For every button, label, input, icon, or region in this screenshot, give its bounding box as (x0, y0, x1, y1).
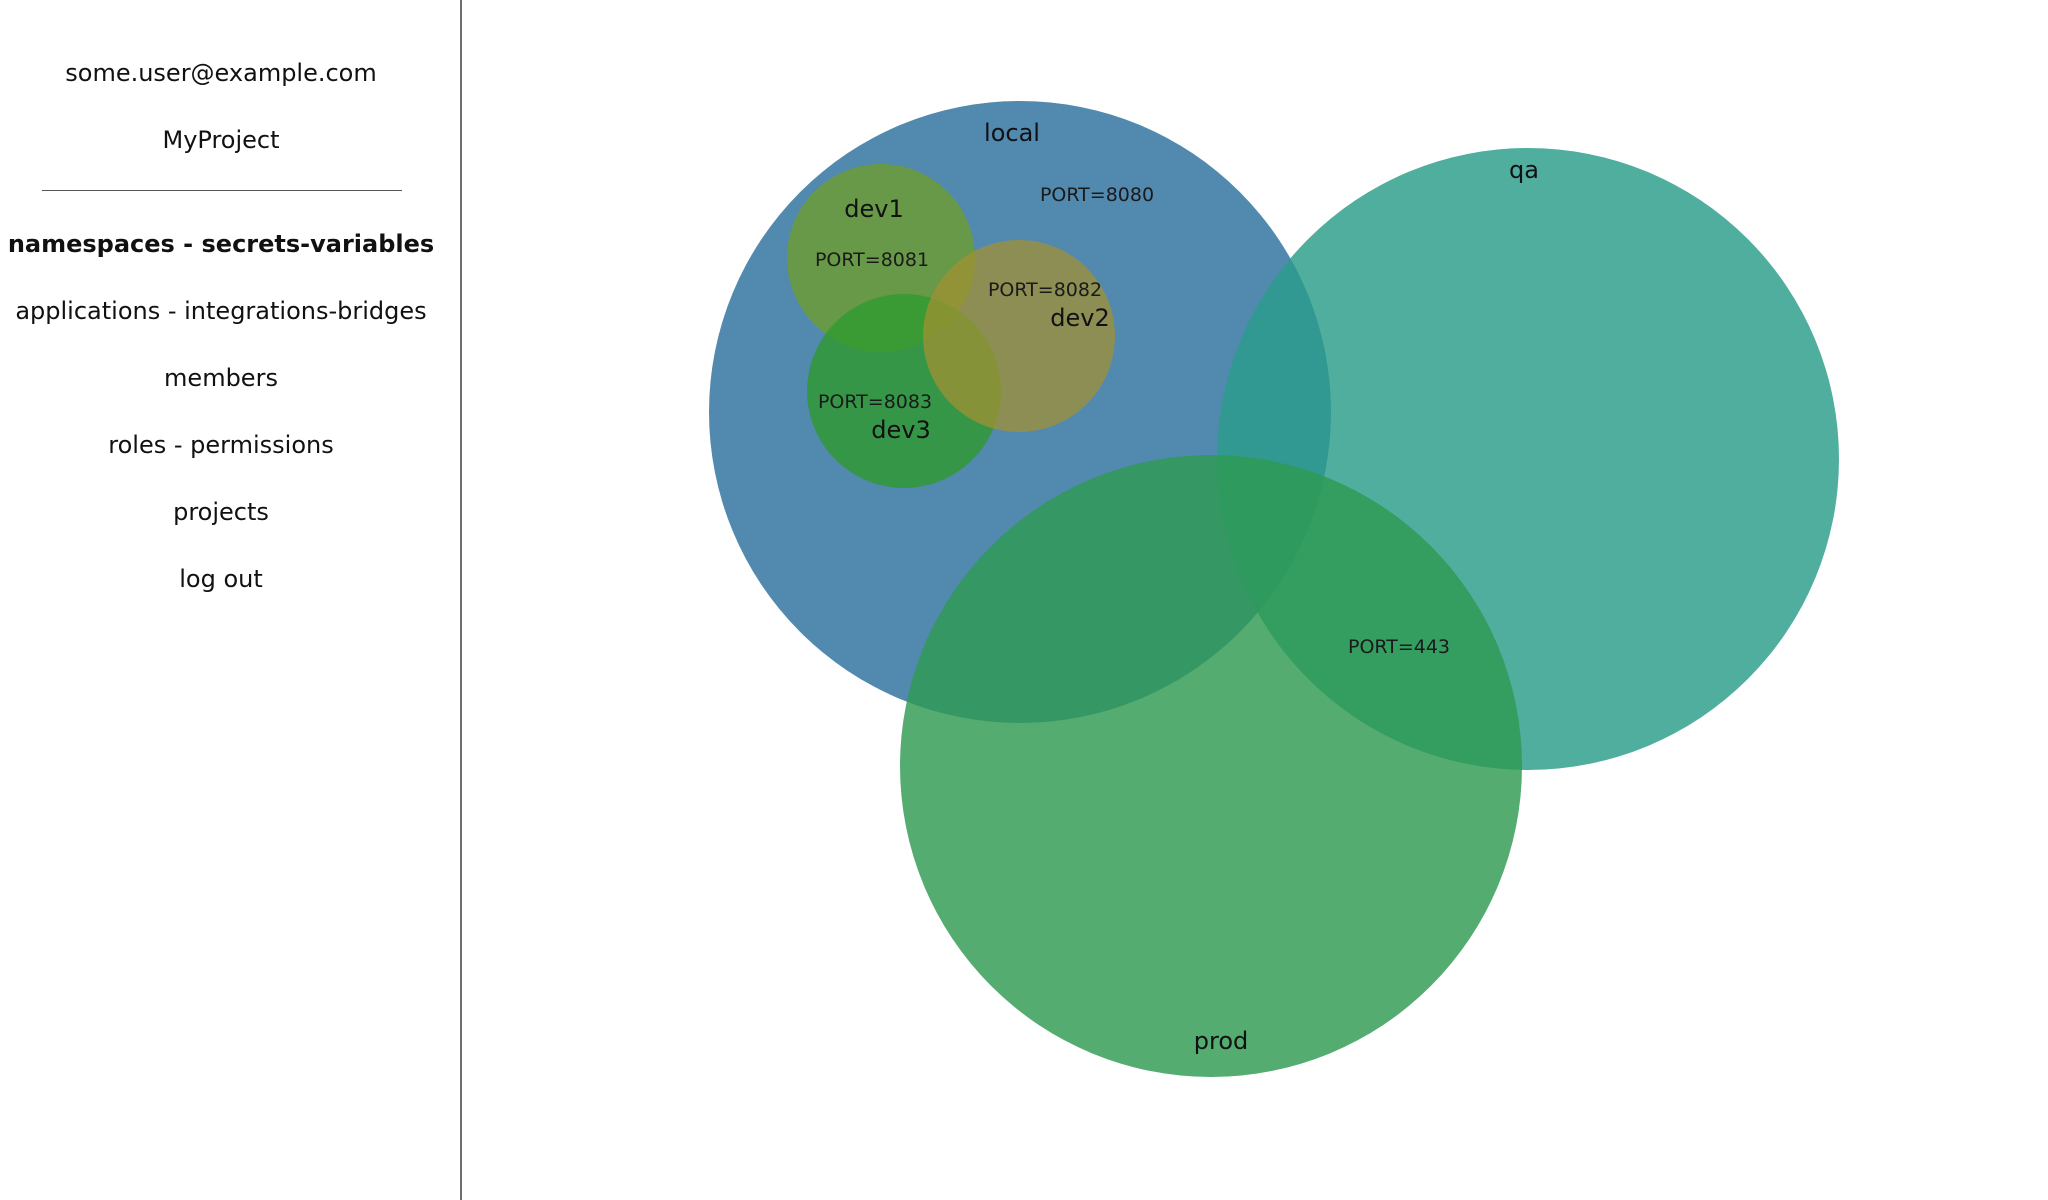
namespace-label-qa: qa (1509, 156, 1539, 184)
nav-item-log-out[interactable]: log out (0, 564, 442, 594)
variable-label-port-443[interactable]: PORT=443 (1348, 636, 1450, 658)
nav-item-applications[interactable]: applications - integrations-bridges (0, 296, 442, 326)
namespace-label-local: local (984, 119, 1040, 147)
nav-item-namespaces[interactable]: namespaces - secrets-variables (0, 229, 442, 259)
namespace-circle-dev2[interactable] (923, 240, 1115, 432)
variable-label-port-8081[interactable]: PORT=8081 (815, 249, 929, 271)
namespace-circle-prod[interactable] (900, 455, 1522, 1077)
nav-item-projects[interactable]: projects (0, 497, 442, 527)
project-name: MyProject (162, 126, 280, 154)
namespace-venn-diagram: local qa prod dev1 dev2 dev3 PORT=8080 P… (709, 101, 1839, 1077)
sidebar-divider (42, 190, 402, 191)
namespace-venn-canvas: local qa prod dev1 dev2 dev3 PORT=8080 P… (462, 0, 2048, 1200)
nav-item-members[interactable]: members (0, 363, 442, 393)
user-email: some.user@example.com (65, 59, 377, 87)
namespace-label-prod: prod (1194, 1027, 1249, 1055)
namespace-label-dev2: dev2 (1050, 304, 1109, 332)
namespace-label-dev3: dev3 (871, 416, 930, 444)
variable-label-port-8082[interactable]: PORT=8082 (988, 279, 1102, 301)
variable-label-port-8083[interactable]: PORT=8083 (818, 391, 932, 413)
namespace-label-dev1: dev1 (844, 195, 903, 223)
nav-item-roles[interactable]: roles - permissions (0, 430, 442, 460)
sidebar: some.user@example.com MyProject namespac… (0, 0, 462, 1200)
variable-label-port-8080[interactable]: PORT=8080 (1040, 184, 1154, 206)
app-window: some.user@example.com MyProject namespac… (0, 0, 2048, 1200)
